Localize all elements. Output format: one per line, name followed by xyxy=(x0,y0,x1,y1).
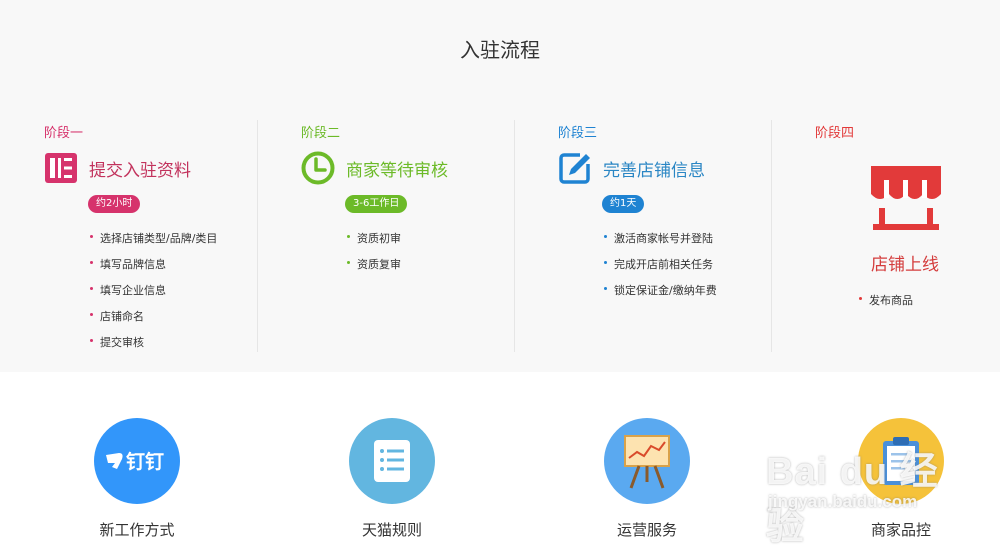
feature-label[interactable]: 商家品控 xyxy=(820,519,982,540)
stage-title: 店铺上线 xyxy=(871,255,939,275)
stage-steps: 选择店铺类型/品牌/类目 填写品牌信息 填写企业信息 店铺命名 提交审核 xyxy=(90,230,217,360)
feature-new-work-style[interactable]: 钉钉 新工作方式 xyxy=(56,418,216,542)
storefront-icon xyxy=(869,164,943,236)
divider xyxy=(257,120,258,352)
edit-icon xyxy=(558,151,592,185)
dingtalk-icon-text: 钉钉 xyxy=(126,450,164,473)
dingtalk-icon[interactable]: 钉钉 xyxy=(94,418,180,504)
list-item: 填写品牌信息 xyxy=(90,256,217,282)
list-item: 填写企业信息 xyxy=(90,282,217,308)
stage-title: 完善店铺信息 xyxy=(603,160,705,181)
divider xyxy=(771,120,772,352)
clock-icon xyxy=(301,151,335,185)
stage-steps: 发布商品 xyxy=(859,292,913,318)
stage-label: 阶段四 xyxy=(815,126,855,141)
presentation-board-icon[interactable] xyxy=(604,418,690,504)
divider xyxy=(514,120,515,352)
stage-3: 阶段三 完善店铺信息 约1天 激活商家帐号并登陆 完成开店前相关任务 锁定保证金… xyxy=(558,120,772,360)
stage-2: 阶段二 商家等待审核 3-6工作日 资质初审 资质复审 xyxy=(301,120,515,360)
stage-title: 商家等待审核 xyxy=(346,160,448,181)
rules-document-icon[interactable] xyxy=(349,418,435,504)
feature-label[interactable]: 天猫规则 xyxy=(311,519,473,540)
stage-label: 阶段一 xyxy=(44,126,84,141)
list-item: 提交审核 xyxy=(90,334,217,360)
list-item: 选择店铺类型/品牌/类目 xyxy=(90,230,217,256)
stage-steps: 资质初审 资质复审 xyxy=(347,230,401,282)
feature-operation-service[interactable]: 运营服务 xyxy=(566,418,726,542)
list-item: 店铺命名 xyxy=(90,308,217,334)
stage-header: 完善店铺信息 xyxy=(558,150,705,186)
stage-label: 阶段三 xyxy=(558,126,598,141)
list-item: 完成开店前相关任务 xyxy=(604,256,717,282)
stage-steps: 激活商家帐号并登陆 完成开店前相关任务 锁定保证金/缴纳年费 xyxy=(604,230,717,308)
stage-4: 阶段四 店铺上线 发布商品 xyxy=(815,120,1000,360)
list-item: 激活商家帐号并登陆 xyxy=(604,230,717,256)
duration-badge: 约2小时 xyxy=(88,195,141,213)
feature-quality-control[interactable]: 商家品控 xyxy=(820,418,980,542)
list-item: 发布商品 xyxy=(859,292,913,318)
feature-tmall-rules[interactable]: 天猫规则 xyxy=(311,418,471,542)
stage-label: 阶段二 xyxy=(301,126,341,141)
list-item: 资质初审 xyxy=(347,230,401,256)
document-list-icon xyxy=(44,151,78,185)
feature-label[interactable]: 新工作方式 xyxy=(56,519,218,540)
duration-badge: 约1天 xyxy=(602,195,645,213)
list-item: 资质复审 xyxy=(347,256,401,282)
duration-badge: 3-6工作日 xyxy=(345,195,408,213)
feature-label[interactable]: 运营服务 xyxy=(566,519,728,540)
stage-title: 提交入驻资料 xyxy=(89,160,191,181)
stage-header: 商家等待审核 xyxy=(301,150,448,186)
clipboard-icon[interactable] xyxy=(858,418,944,504)
page-title: 入驻流程 xyxy=(460,38,540,62)
list-item: 锁定保证金/缴纳年费 xyxy=(604,282,717,308)
stage-1: 阶段一 提交入驻资料 约2小时 选择店铺类型/品牌/类目 填写品牌信息 填写企业… xyxy=(44,120,258,360)
stage-header: 提交入驻资料 xyxy=(44,150,191,186)
